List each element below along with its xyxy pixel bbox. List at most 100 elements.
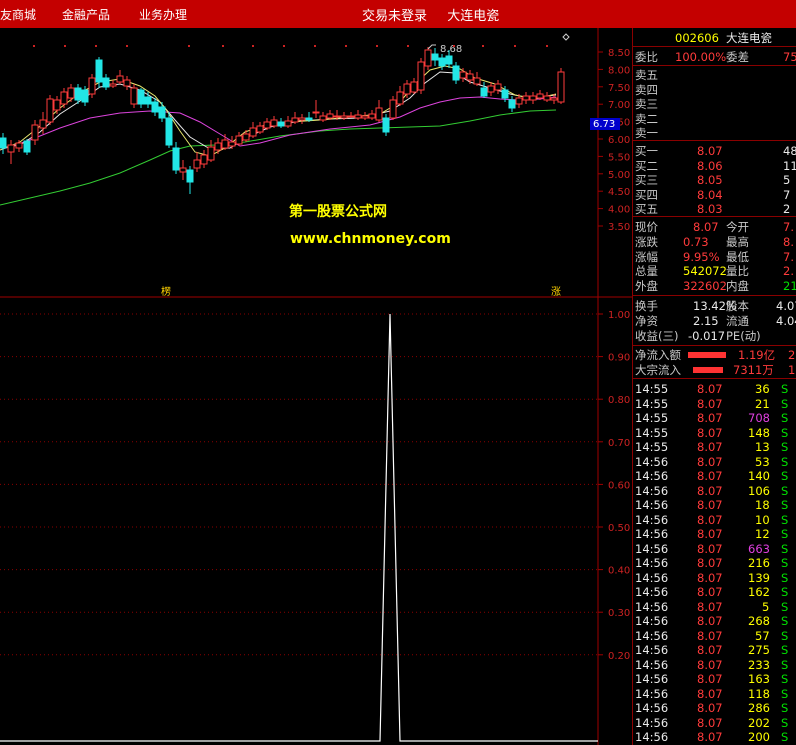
tick-side: S (781, 701, 789, 715)
stat-label: 现价 (635, 220, 658, 234)
tick-volume: 13 (755, 440, 770, 454)
stat-row: 现价 8.07 今开 7. (633, 220, 796, 234)
signal-dot (345, 45, 347, 47)
tick-volume: 106 (748, 483, 770, 498)
signal-dot (95, 45, 97, 47)
candle-body (137, 89, 145, 105)
candle-body (452, 65, 460, 81)
bid-row[interactable]: 买五 8.03 2 (633, 202, 796, 216)
ask-row[interactable]: 卖五 (633, 68, 796, 82)
stat-label: 涨幅 (635, 249, 658, 264)
stock-name: 大连电瓷 (726, 31, 772, 45)
bid-price: 8.05 (697, 173, 723, 187)
bid-row[interactable]: 买三 8.05 5 (633, 173, 796, 187)
candle-body (207, 146, 215, 161)
tick-row: 14:56 8.07 200 S (633, 730, 796, 744)
candle-body (487, 85, 495, 93)
candle-body (60, 91, 68, 105)
signal-dot (252, 45, 254, 47)
bid-row[interactable]: 买一 8.07 48 (633, 144, 796, 158)
tick-row: 14:56 8.07 5 S (633, 600, 796, 614)
y-tick-label: 4.50 (608, 187, 630, 198)
ask-row[interactable]: 卖一 (633, 126, 796, 140)
candle-body (46, 98, 54, 123)
tick-row: 14:55 8.07 36 S (633, 382, 796, 396)
stock-title: 大连电瓷 (447, 9, 500, 24)
ask-row[interactable]: 卖三 (633, 97, 796, 111)
ask-row[interactable]: 卖四 (633, 83, 796, 97)
fundamental-label-2: 股本 (726, 299, 749, 313)
flow-row: 大宗流入 7311万 1 (633, 363, 796, 377)
tick-volume: 118 (748, 686, 770, 701)
y-tick-label: 3.50 (608, 222, 630, 233)
tick-time: 14:56 (635, 454, 669, 469)
stat-label-2: 今开 (726, 220, 749, 234)
stat-row: 涨幅 9.95% 最低 7. (633, 250, 796, 264)
tick-side: S (781, 614, 789, 628)
candle-body (480, 87, 488, 97)
candle-body (529, 95, 537, 101)
tick-price: 8.07 (697, 541, 723, 556)
menu-item-mall[interactable]: 友商城 (0, 6, 36, 23)
tick-row: 14:56 8.07 106 S (633, 484, 796, 498)
ask-label: 卖三 (635, 97, 658, 111)
tick-volume: 57 (755, 628, 770, 643)
candle-body (466, 73, 474, 81)
candle-body (431, 53, 439, 61)
candle-body (116, 75, 124, 83)
tick-time: 14:56 (635, 686, 669, 701)
tick-volume: 202 (748, 715, 770, 730)
marker-right: 涨 (551, 286, 561, 298)
tick-time: 14:56 (635, 628, 669, 643)
stat-label-2: 量比 (726, 264, 749, 279)
tick-time: 14:56 (635, 570, 669, 585)
fundamental-row: 换手13.42%股本4.07 (633, 299, 796, 313)
fundamental-row: 净资 2.15 流通 4.04 (633, 314, 796, 328)
tick-volume: 233 (748, 657, 770, 672)
indicator-y-axis: 1.00 0.90 0.80 0.70 0.60 0.50 0.40 0.30 0.20 (598, 310, 630, 662)
bid-label: 买四 (635, 187, 658, 202)
candle-body (291, 117, 299, 123)
tick-price: 8.07 (697, 454, 723, 469)
tick-price: 8.07 (697, 599, 723, 614)
y-tick-label: 7.00 (608, 100, 630, 111)
login-status[interactable]: 交易未登录 (362, 9, 427, 24)
fundamental-value: 2.15 (693, 314, 719, 328)
bid-row[interactable]: 买四 8.04 7 (633, 188, 796, 202)
signal-dot (546, 45, 548, 47)
marker-left: 楞 (161, 285, 171, 298)
menu-item-finance-products[interactable]: 金融产品 (62, 6, 110, 23)
candle-body (319, 115, 327, 121)
ask-row[interactable]: 卖二 (633, 112, 796, 126)
tick-time: 14:56 (635, 599, 669, 614)
bid-volume: 48 (783, 144, 796, 158)
chart-area[interactable]: 8.508.007.507.006.506.005.505.004.504.00… (0, 28, 632, 745)
tick-volume: 200 (748, 730, 770, 744)
candle-body (39, 119, 47, 129)
y-tick-label: 0.40 (608, 566, 630, 577)
tick-row: 14:56 8.07 10 S (633, 513, 796, 527)
fundamental-label-2: 流通 (726, 314, 749, 328)
candle-body (158, 106, 166, 119)
tick-volume: 5 (762, 599, 770, 614)
tick-row: 14:55 8.07 13 S (633, 440, 796, 454)
tick-volume: 10 (755, 512, 770, 527)
y-tick-label: 6.00 (608, 135, 630, 146)
y-tick-label: 5.50 (608, 152, 630, 163)
tick-volume: 216 (748, 556, 770, 570)
menu-item-business[interactable]: 业务办理 (139, 6, 187, 23)
y-tick-label: 0.30 (608, 608, 630, 619)
tick-side: S (781, 382, 789, 396)
bid-row[interactable]: 买二 8.06 11 (633, 159, 796, 173)
ask-label: 卖五 (635, 68, 658, 82)
stat-value-2: 8. (783, 234, 794, 249)
tick-side: S (781, 672, 789, 686)
watermark-url: www.chnmoney.com (290, 231, 451, 247)
candle-body (375, 107, 383, 121)
candle-body (172, 147, 180, 171)
candle-body (130, 87, 138, 105)
tick-volume: 21 (755, 396, 770, 411)
candle-body (242, 133, 250, 141)
y-tick-label: 0.20 (608, 651, 630, 662)
tick-row: 14:56 8.07 53 S (633, 455, 796, 469)
